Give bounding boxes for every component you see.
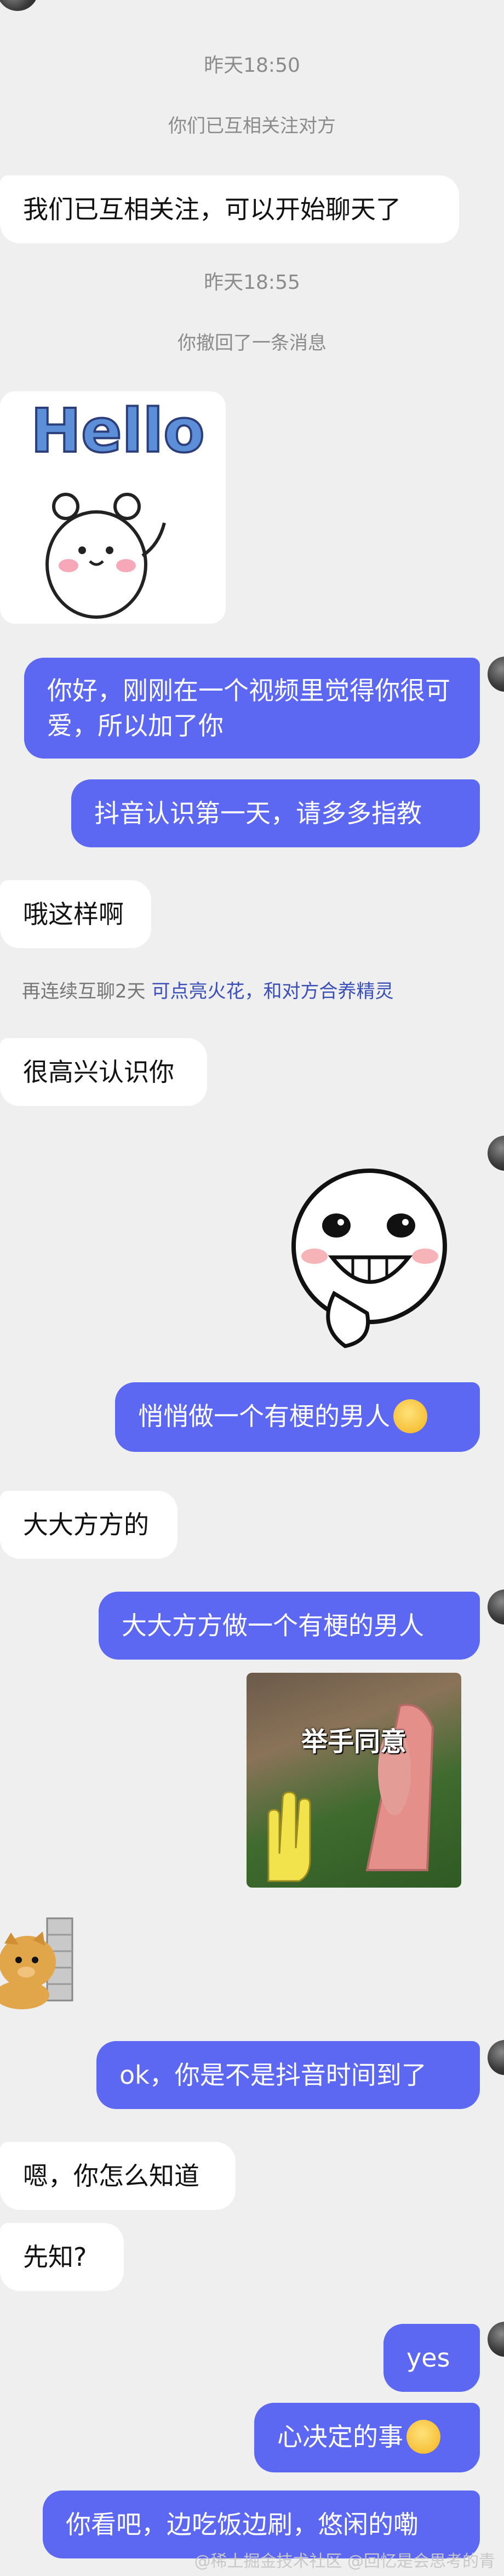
message-bubble[interactable]: ok，你是不是抖音时间到了 xyxy=(96,2041,480,2109)
message-bubble[interactable]: 悄悄做一个有梗的男人 xyxy=(115,1382,480,1452)
message-bubble[interactable]: yes xyxy=(383,2324,480,2392)
avatar[interactable] xyxy=(488,1136,504,1171)
system-message: 你撤回了一条消息 xyxy=(177,332,327,354)
message-text: 心决定的事 xyxy=(277,2422,403,2452)
message-bubble[interactable]: 心决定的事 xyxy=(254,2403,480,2472)
avatar[interactable] xyxy=(488,2322,504,2357)
watermark: @稀土掘金技术社区 @回忆是会思考的青 xyxy=(194,2552,495,2571)
message-text: 悄悄做一个有梗的男人 xyxy=(138,1401,390,1431)
meme-caption: 举手同意 xyxy=(301,1726,406,1757)
message-bubble[interactable]: 很高兴认识你 xyxy=(0,1038,207,1106)
spark-notice: 再连续互聊2天 可点亮火花，和对方合养精灵 xyxy=(22,978,393,1005)
smile-emoji-icon xyxy=(406,2419,440,2454)
cat-peeking-sticker[interactable] xyxy=(0,1913,75,2009)
grinning-face-sticker[interactable] xyxy=(282,1164,457,1350)
message-bubble[interactable]: 你好，刚刚在一个视频里觉得你很可爱，所以加了你 xyxy=(24,658,480,759)
hello-bear-sticker[interactable]: Hello xyxy=(0,391,226,624)
raise-hand-meme-sticker[interactable]: 举手同意 xyxy=(247,1673,461,1888)
avatar[interactable] xyxy=(0,0,38,11)
spark-link[interactable]: 可点亮火花，和对方合养精灵 xyxy=(151,981,393,1002)
message-bubble[interactable]: 我们已互相关注，可以开始聊天了 xyxy=(0,175,459,243)
timestamp: 昨天18:55 xyxy=(204,271,300,294)
avatar[interactable] xyxy=(488,1589,504,1625)
hello-text: Hello xyxy=(31,396,205,466)
message-bubble[interactable]: 先知? xyxy=(0,2223,124,2291)
spark-prefix: 再连续互聊2天 xyxy=(22,981,146,1002)
avatar[interactable] xyxy=(488,657,504,692)
avatar[interactable] xyxy=(488,2040,504,2075)
message-bubble[interactable]: 大大方方做一个有梗的男人 xyxy=(99,1592,480,1660)
message-bubble[interactable]: 哦这样啊 xyxy=(0,880,151,948)
system-message: 你们已互相关注对方 xyxy=(168,115,336,137)
message-bubble[interactable]: 大大方方的 xyxy=(0,1491,177,1559)
smile-emoji-icon xyxy=(393,1399,427,1433)
message-bubble[interactable]: 抖音认识第一天，请多多指教 xyxy=(71,779,480,847)
timestamp: 昨天18:50 xyxy=(204,54,300,77)
message-bubble[interactable]: 嗯，你怎么知道 xyxy=(0,2142,236,2210)
